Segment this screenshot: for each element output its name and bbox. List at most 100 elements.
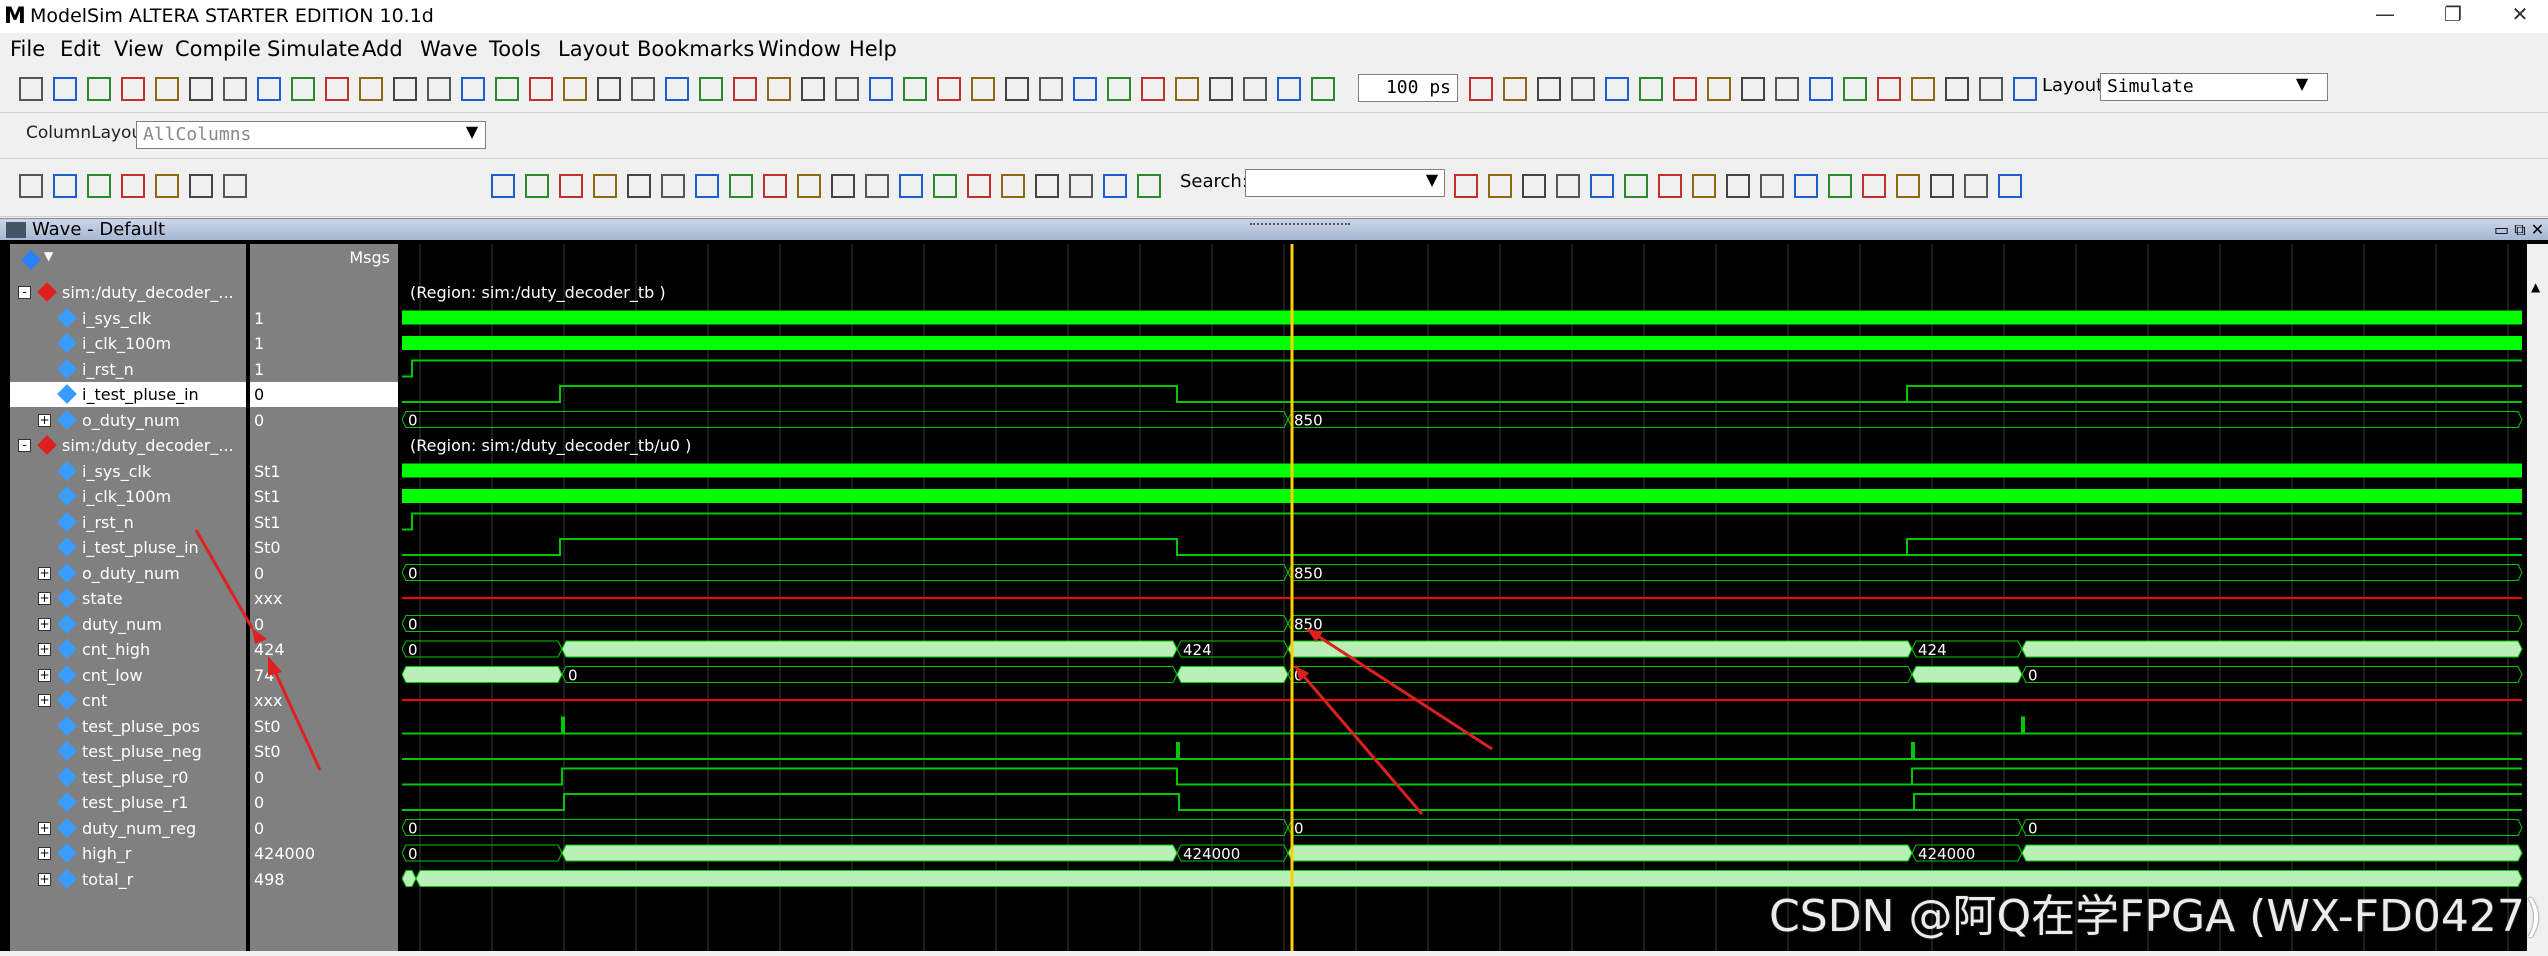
annotation-arrow bbox=[1293, 665, 1424, 815]
region-row[interactable]: - sim:/duty_decoder_... bbox=[10, 280, 246, 305]
vertical-scrollbar[interactable]: ▲ bbox=[2527, 244, 2548, 951]
toolbar-button-icon bbox=[53, 174, 77, 198]
waveform-area[interactable]: (Region: sim:/duty_decoder_tb ) 0 850 (Regi… bbox=[401, 244, 2527, 951]
toolbar-button-icon bbox=[87, 77, 111, 101]
signal-row[interactable]: i_clk_100m bbox=[10, 484, 246, 509]
toolbar-button-icon bbox=[1137, 174, 1161, 198]
toolbar-button-icon bbox=[1103, 174, 1127, 198]
expand-icon[interactable]: + bbox=[38, 413, 51, 427]
signal-row[interactable]: + duty_num_reg bbox=[10, 816, 246, 841]
menu-compile[interactable]: Compile bbox=[175, 37, 261, 61]
add-signal-dropdown[interactable]: ▼ bbox=[18, 249, 58, 270]
expand-icon[interactable]: + bbox=[38, 643, 51, 656]
collapse-icon[interactable]: - bbox=[18, 439, 31, 452]
minimize-icon[interactable]: — bbox=[2365, 2, 2405, 32]
chevron-down-icon[interactable]: ▼ bbox=[460, 122, 484, 150]
signal-row[interactable]: + state bbox=[10, 586, 246, 611]
signal-row[interactable]: i_sys_clk bbox=[10, 306, 246, 331]
menu-file[interactable]: File bbox=[10, 37, 45, 61]
clock-waveform bbox=[402, 463, 2522, 478]
scroll-up-icon[interactable]: ▲ bbox=[2531, 280, 2540, 294]
signal-row[interactable]: test_pluse_pos bbox=[10, 714, 246, 739]
region-row[interactable]: - sim:/duty_decoder_... bbox=[10, 433, 246, 458]
chevron-down-icon[interactable]: ▼ bbox=[1420, 170, 1444, 198]
bus-value-label: 0 bbox=[408, 616, 418, 634]
column-layout-select[interactable]: AllColumns bbox=[136, 121, 486, 149]
menu-edit[interactable]: Edit bbox=[60, 37, 101, 61]
search-input[interactable] bbox=[1245, 169, 1445, 197]
collapse-icon[interactable]: - bbox=[18, 286, 31, 299]
signal-name: high_r bbox=[82, 844, 132, 863]
signal-row[interactable]: + duty_num bbox=[10, 612, 246, 637]
signal-name: i_clk_100m bbox=[82, 334, 172, 353]
bus-segment bbox=[1287, 615, 2523, 632]
signal-row[interactable]: test_pluse_r0 bbox=[10, 765, 246, 790]
signal-row[interactable]: + o_duty_num bbox=[10, 561, 246, 586]
signal-row[interactable]: i_clk_100m bbox=[10, 331, 246, 356]
menu-tools[interactable]: Tools bbox=[489, 37, 541, 61]
toolbar-button-icon bbox=[1311, 77, 1335, 101]
signal-row[interactable]: i_sys_clk bbox=[10, 459, 246, 484]
toolbar-button-icon bbox=[1469, 77, 1493, 101]
signal-value: 0 bbox=[250, 382, 398, 407]
signal-icon bbox=[57, 409, 77, 430]
signal-value-pane: Msgs 1 1 1 0 0 St1 St1 St1 St0 0 xxx 0 424 74 xxx St0 St… bbox=[248, 244, 398, 951]
expand-icon[interactable]: + bbox=[38, 592, 51, 605]
signal-value: 424000 bbox=[254, 844, 316, 863]
signal-row[interactable]: + cnt_low bbox=[10, 663, 246, 688]
signal-row[interactable]: test_pluse_r1 bbox=[10, 790, 246, 815]
signal-name: o_duty_num bbox=[82, 563, 180, 583]
signal-row[interactable]: + cnt bbox=[10, 688, 246, 713]
toolbar-button-icon bbox=[189, 77, 213, 101]
expand-icon[interactable]: + bbox=[38, 668, 51, 682]
expand-icon[interactable]: + bbox=[38, 872, 51, 886]
signal-row[interactable]: + total_r bbox=[10, 867, 246, 892]
bus-value-label: 424 bbox=[1918, 641, 1947, 659]
signal-value: St0 bbox=[254, 716, 281, 736]
bus-segment bbox=[561, 640, 1178, 658]
menu-simulate[interactable]: Simulate bbox=[267, 37, 360, 61]
toolbar-button-icon bbox=[835, 77, 859, 101]
menu-view[interactable]: View bbox=[114, 37, 164, 61]
menu-layout[interactable]: Layout bbox=[558, 37, 629, 61]
expand-icon[interactable]: + bbox=[38, 617, 51, 631]
signal-row[interactable]: i_test_pluse_in bbox=[10, 535, 246, 560]
expand-icon[interactable]: + bbox=[38, 694, 51, 707]
toolbar-button-icon bbox=[1624, 174, 1648, 198]
signal-row[interactable]: test_pluse_neg bbox=[10, 739, 246, 764]
chevron-down-icon[interactable]: ▼ bbox=[2290, 74, 2314, 102]
menu-wave[interactable]: Wave bbox=[420, 37, 478, 61]
signal-row[interactable]: i_rst_n bbox=[10, 510, 246, 535]
expand-icon[interactable]: + bbox=[38, 847, 51, 860]
menu-add[interactable]: Add bbox=[362, 37, 403, 61]
restore-icon[interactable]: ❐ bbox=[2433, 2, 2473, 32]
toolbar-button-icon bbox=[563, 77, 587, 101]
menu-bookmarks[interactable]: Bookmarks bbox=[637, 37, 754, 61]
signal-name: test_pluse_r0 bbox=[82, 767, 189, 787]
toolbar-button-icon bbox=[1658, 174, 1682, 198]
toolbar-button-icon bbox=[529, 77, 553, 101]
signal-value: 498 bbox=[254, 869, 285, 889]
signal-row[interactable]: i_rst_n bbox=[10, 357, 246, 382]
bus-value-label: 0 bbox=[408, 641, 418, 659]
signal-row[interactable]: + high_r bbox=[10, 841, 246, 866]
signal-row[interactable]: + o_duty_num bbox=[10, 408, 246, 433]
bus-value-label: 0 bbox=[1294, 820, 1304, 838]
bus-segment bbox=[1287, 411, 2523, 428]
bus-value-label: 424000 bbox=[1918, 845, 1975, 863]
menu-help[interactable]: Help bbox=[849, 37, 897, 61]
signal-value: 1 bbox=[254, 334, 265, 353]
menu-window[interactable]: Window bbox=[758, 37, 841, 61]
expand-icon[interactable]: + bbox=[38, 821, 51, 835]
zoom-value-field[interactable]: 100 ps bbox=[1358, 74, 1458, 102]
expand-icon[interactable]: + bbox=[38, 566, 51, 580]
signal-row[interactable]: i_test_pluse_in bbox=[10, 382, 246, 407]
signal-value: St1 bbox=[254, 512, 281, 532]
pulse-waveform bbox=[1177, 538, 2522, 556]
panel-controls[interactable]: ▭ ⧉ ✕ bbox=[2494, 220, 2544, 240]
pulse-waveform bbox=[402, 767, 2522, 786]
signal-icon bbox=[57, 562, 77, 583]
signal-row[interactable]: + cnt_high bbox=[10, 637, 246, 662]
close-icon[interactable]: ✕ bbox=[2500, 2, 2540, 32]
drag-handle[interactable] bbox=[1250, 223, 1350, 235]
